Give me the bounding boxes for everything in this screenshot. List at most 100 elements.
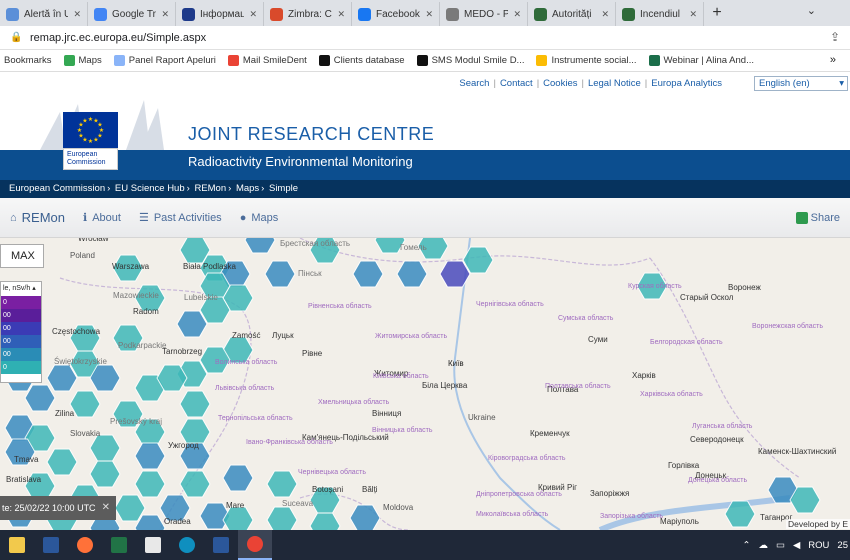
map-place-label: Кременчук <box>530 429 570 438</box>
tab-close-icon[interactable]: ✕ <box>73 9 81 20</box>
tab-close-icon[interactable]: ✕ <box>601 9 609 20</box>
bookmark-item[interactable]: Bookmarks <box>4 55 52 66</box>
bookmark-item[interactable]: Clients database <box>318 55 405 66</box>
breadcrumb-item[interactable]: Simple <box>269 183 298 194</box>
browser-tab[interactable]: Google Tra ✕ <box>88 2 176 26</box>
share-button[interactable]: Share <box>795 212 840 224</box>
clock[interactable]: 25 <box>837 540 848 551</box>
excel-app-icon[interactable] <box>102 530 136 560</box>
nav-about[interactable]: ℹ About <box>83 211 121 225</box>
word-app-icon[interactable] <box>34 530 68 560</box>
map-place-label: Курская область <box>628 282 682 290</box>
tab-close-icon[interactable]: ✕ <box>249 9 257 20</box>
bookmark-item[interactable]: Mail SmileDent <box>227 55 307 66</box>
tab-label: Інформаці <box>200 8 245 20</box>
tab-search-chevron-icon[interactable]: ⌄ <box>807 4 816 17</box>
tab-label: Incendiul <box>640 8 681 20</box>
map-place-label: Oradea <box>164 517 191 526</box>
new-tab-button[interactable]: + <box>704 2 730 26</box>
browser-tab[interactable]: MEDO - P ✕ <box>440 2 528 26</box>
map-canvas[interactable]: Poland Warszawa Biała Podlaska Radom Częstoc… <box>0 238 850 530</box>
tab-close-icon[interactable]: ✕ <box>513 9 521 20</box>
browser-tab[interactable]: Alertă în U ✕ <box>0 2 88 26</box>
max-toggle[interactable]: MAX <box>0 244 44 268</box>
lock-icon[interactable]: 🔒 <box>10 32 24 43</box>
map-place-label: Житомирська область <box>375 332 447 340</box>
address-bar[interactable]: 🔒 remap.jrc.ec.europa.eu/Simple.aspx ⇪ <box>0 26 850 50</box>
bookmark-favicon-icon <box>536 55 548 66</box>
dose-rate-legend: le, nSv/h ▴ 0 00 00 00 00 0 <box>0 281 42 383</box>
eu-flag-logo[interactable]: ★ ★ ★ ★ ★ ★ ★ ★ ★ ★ ★ ★ <box>63 112 118 148</box>
share-page-icon[interactable]: ⇪ <box>830 30 840 44</box>
map-place-label: Bratislava <box>6 475 42 484</box>
map-place-label: Суми <box>588 335 608 344</box>
legend-header[interactable]: le, nSv/h ▴ <box>1 282 41 296</box>
tab-close-icon[interactable]: ✕ <box>689 9 697 20</box>
bookmark-item[interactable]: SMS Modul Smile D... <box>416 55 524 66</box>
cloud-icon[interactable]: ☁ <box>759 540 769 551</box>
browser-tab[interactable]: Zimbra: Co ✕ <box>264 2 352 26</box>
breadcrumb-item[interactable]: REMon <box>194 183 226 194</box>
caret-down-icon: ▾ <box>839 78 844 89</box>
file-explorer-app-icon[interactable] <box>0 530 34 560</box>
speaker-icon[interactable]: ◀ <box>793 540 800 551</box>
bookmark-item[interactable]: Instrumente social... <box>536 55 637 66</box>
tab-favicon-icon <box>182 7 195 21</box>
map-place-label: Mare <box>226 501 245 510</box>
developed-by-credit[interactable]: Developed by E <box>785 519 850 529</box>
map-place-label: Biała Podlaska <box>183 262 236 271</box>
nav-home[interactable]: ⌂ REMon <box>10 210 65 225</box>
nav-maps[interactable]: ● Maps <box>240 212 279 224</box>
language-value: English (en) <box>759 78 810 89</box>
tab-favicon-icon <box>6 7 19 21</box>
contact-link[interactable]: Contact <box>500 78 533 89</box>
europa-analytics-link[interactable]: Europa Analytics <box>651 78 722 89</box>
tab-close-icon[interactable]: ✕ <box>337 9 345 20</box>
url-text[interactable]: remap.jrc.ec.europa.eu/Simple.aspx <box>30 32 206 44</box>
browser-tab[interactable]: Facebook ✕ <box>352 2 440 26</box>
legal-notice-link[interactable]: Legal Notice <box>588 78 641 89</box>
bookmark-favicon-icon <box>227 55 239 66</box>
date-display: te: 25/02/22 10:00 UTC ✕ <box>0 496 116 520</box>
cookies-link[interactable]: Cookies <box>543 78 577 89</box>
breadcrumb-item[interactable]: Maps <box>236 183 259 194</box>
dose-hexagon <box>89 434 121 462</box>
map-place-label: Bălți <box>362 485 378 494</box>
network-icon[interactable]: ▭ <box>776 540 785 551</box>
edge-app-icon[interactable] <box>170 530 204 560</box>
language-select[interactable]: English (en) ▾ <box>754 76 848 91</box>
bookmark-item[interactable]: Panel Raport Apeluri <box>113 55 216 66</box>
map-place-label: Prešovský kraj <box>110 417 162 426</box>
notepad-app-icon[interactable] <box>136 530 170 560</box>
browser-tab[interactable]: Інформаці ✕ <box>176 2 264 26</box>
browser-tab[interactable]: Incendiul ✕ <box>616 2 704 26</box>
map-place-label: Кіровоградська область <box>488 454 566 462</box>
map-place-label: Lubelskie <box>184 293 218 302</box>
bookmark-item[interactable]: Maps <box>63 55 102 66</box>
chrome-app-icon[interactable] <box>238 530 272 560</box>
map-place-label: Луцьк <box>272 331 294 340</box>
map-place-label: Луганська область <box>692 422 753 430</box>
firefox-app-icon[interactable] <box>68 530 102 560</box>
dose-hexagon <box>46 448 78 476</box>
map-place-label: Тернопільська область <box>218 414 293 422</box>
chevron-up-icon[interactable]: ⌃ <box>743 540 751 551</box>
tab-close-icon[interactable]: ✕ <box>425 9 433 20</box>
bookmark-item[interactable]: Webinar | Alina And... <box>648 55 754 66</box>
dose-hexagon <box>114 494 146 522</box>
dose-hexagon <box>89 460 121 488</box>
tab-close-icon[interactable]: ✕ <box>161 9 169 20</box>
radiation-map[interactable]: Poland Warszawa Biała Podlaska Radom Częstoc… <box>0 238 850 530</box>
browser-tab[interactable]: Autorități ✕ <box>528 2 616 26</box>
nav-about-label: About <box>92 211 121 224</box>
bookmarks-more-button[interactable]: » <box>830 54 836 66</box>
close-icon[interactable]: ✕ <box>102 496 110 520</box>
word-doc-app-icon[interactable] <box>204 530 238 560</box>
breadcrumb-item[interactable]: EU Science Hub <box>115 183 185 194</box>
search-link[interactable]: Search <box>459 78 489 89</box>
breadcrumb-item[interactable]: European Commission <box>9 183 105 194</box>
keyboard-language[interactable]: ROU <box>808 540 829 551</box>
nav-past-activities[interactable]: ☰ Past Activities <box>139 211 222 225</box>
tab-favicon-icon <box>534 7 547 21</box>
bookmark-label: Bookmarks <box>4 55 52 66</box>
